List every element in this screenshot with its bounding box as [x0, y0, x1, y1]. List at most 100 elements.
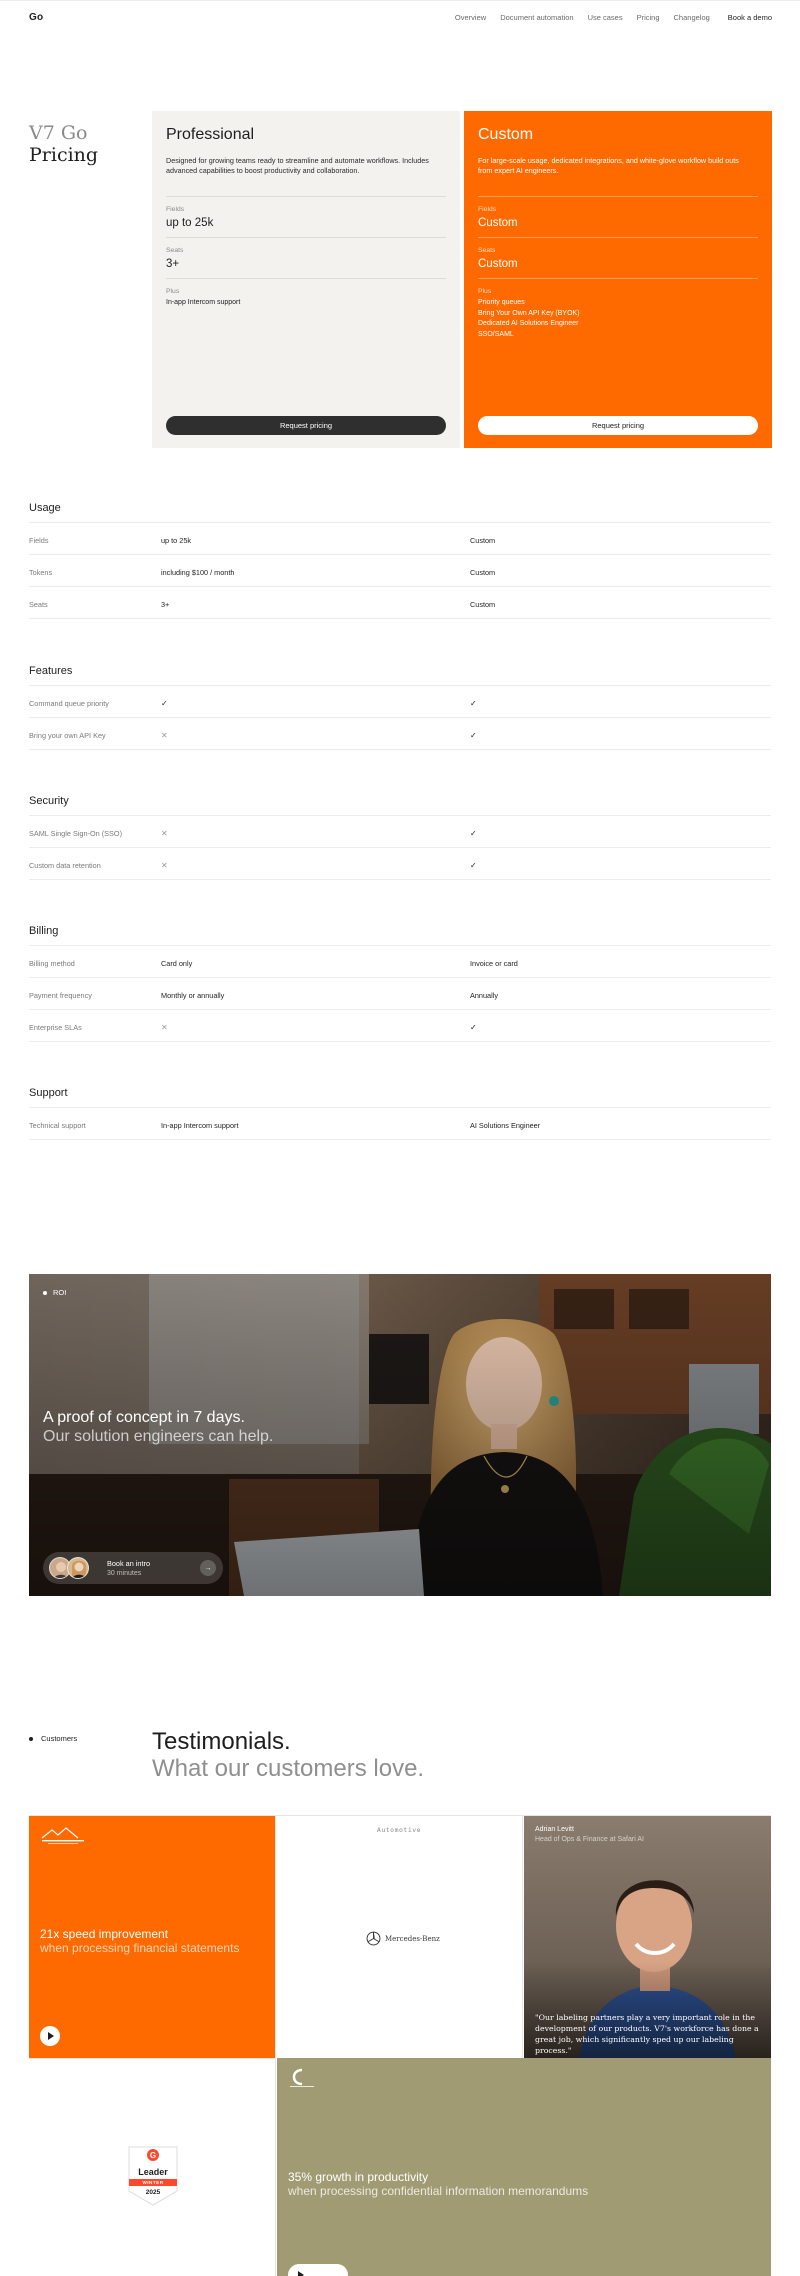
row-professional-value: Monthly or annually	[161, 991, 225, 1000]
brand-logo[interactable]: Go	[29, 12, 43, 23]
testimonial-card-financial[interactable]: 21x speed improvement when processing fi…	[29, 1816, 275, 2058]
plan-plus-list: Priority queues Bring Your Own API Key (…	[478, 298, 758, 340]
testimonial-stat-sub: when processing financial statements	[40, 1941, 240, 1955]
mercedes-logo: Mercedes-Benz	[366, 1931, 440, 1946]
row-professional-value: 3+	[161, 600, 170, 609]
nav-pricing[interactable]: Pricing	[637, 13, 660, 22]
row-label: Command queue priority	[29, 699, 109, 708]
g2-badge-card: G Leader WINTER 2025	[29, 2058, 276, 2276]
plan-plus: Plus In-app Intercom support	[166, 278, 446, 309]
testimonial-stat-sub: when processing confidential information…	[288, 2184, 589, 2198]
plan-plus-item: In-app Intercom support	[166, 299, 241, 306]
nav-document-automation[interactable]: Document automation	[500, 13, 573, 22]
plan-name: Professional	[166, 126, 255, 143]
row-professional-value: Card only	[161, 959, 193, 968]
security-section: Security SAML Single Sign-On (SSO) ✕ ✓ C…	[29, 795, 771, 880]
request-pricing-button-custom[interactable]: Request pricing	[478, 416, 758, 435]
plan-fields-value: up to 25k	[166, 217, 214, 229]
customers-tag-label: Customers	[41, 1734, 78, 1743]
check-icon: ✓	[161, 699, 168, 708]
row-label: Custom data retention	[29, 861, 101, 870]
plan-plus-label: Plus	[166, 288, 180, 295]
plan-fields-value: Custom	[478, 217, 518, 229]
nav-use-cases[interactable]: Use cases	[588, 13, 623, 22]
cross-icon: ✕	[161, 731, 168, 740]
request-pricing-button-professional[interactable]: Request pricing	[166, 416, 446, 435]
top-navigation: Go Overview Document automation Use case…	[0, 0, 800, 34]
section-title: Support	[29, 1087, 771, 1108]
play-icon	[290, 2265, 310, 2276]
page-title: V7 Go Pricing	[29, 122, 98, 166]
testimonial-stat-main: 21x speed improvement	[40, 1927, 169, 1941]
row-custom-value: Custom	[470, 568, 496, 577]
plan-seats-label: Seats	[478, 247, 496, 254]
testimonial-quote: "Our labeling partners play a very impor…	[535, 2013, 759, 2055]
table-row: Payment frequency Monthly or annually An…	[29, 978, 771, 1010]
table-row: SAML Single Sign-On (SSO) ✕ ✓	[29, 816, 771, 848]
testimonial-card-productivity[interactable]: 35% growth in productivity when processi…	[277, 2058, 771, 2276]
cross-icon: ✕	[161, 861, 168, 870]
bullet-dot-icon	[43, 1290, 47, 1295]
testimonial-stat-main: 35% growth in productivity	[288, 2170, 429, 2184]
mercedes-wordmark: Mercedes-Benz	[385, 1934, 440, 1943]
nav-changelog[interactable]: Changelog	[674, 13, 710, 22]
testimonial-author-name: Adrian Levitt	[535, 1826, 574, 1833]
plan-seats-label: Seats	[166, 247, 184, 254]
svg-text:G: G	[150, 2151, 156, 2160]
mountain-logo-icon	[41, 1827, 84, 1844]
check-icon: ✓	[470, 861, 477, 870]
plan-plus-label: Plus	[478, 288, 492, 295]
row-custom-value: AI Solutions Engineer	[470, 1121, 541, 1130]
g2-leader-badge: G Leader WINTER 2025	[127, 2145, 179, 2207]
section-title: Features	[29, 665, 771, 686]
testimonial-stat: 35% growth in productivity when processi…	[288, 2170, 588, 2198]
book-intro-button[interactable]: Book an intro 30 minutes →	[43, 1552, 223, 1584]
support-section: Support Technical support In-app Interco…	[29, 1087, 771, 1140]
section-title: Security	[29, 795, 771, 816]
plan-description: For large-scale usage, dedicated integra…	[478, 156, 739, 175]
company-logo-icon	[290, 2068, 314, 2087]
play-icon	[48, 2032, 54, 2040]
testimonial-stat: 21x speed improvement when processing fi…	[40, 1927, 239, 1955]
testimonials-grid: 21x speed improvement when processing fi…	[29, 1815, 771, 2276]
avatar	[67, 1557, 89, 1579]
testimonial-card-quote[interactable]: Adrian Levitt Head of Ops & Finance at S…	[524, 1816, 771, 2058]
table-row: Technical support In-app Intercom suppor…	[29, 1108, 771, 1140]
row-label: Billing method	[29, 959, 75, 968]
check-icon: ✓	[470, 1023, 477, 1032]
watch-video-button[interactable]	[288, 2264, 348, 2276]
plan-fields-label: Fields	[166, 206, 185, 213]
bullet-dot-icon	[29, 1736, 33, 1741]
book-demo-link[interactable]: Book a demo	[728, 13, 772, 22]
plan-fields: Fields Custom	[478, 196, 758, 229]
cross-icon: ✕	[161, 1023, 168, 1032]
plan-plus-item: Bring Your Own API Key (BYOK)	[478, 309, 580, 317]
plan-plus-item: Priority queues	[478, 299, 525, 306]
badge-season: WINTER	[142, 2180, 164, 2185]
row-custom-value: Custom	[470, 536, 496, 545]
table-row: Command queue priority ✓ ✓	[29, 686, 771, 718]
row-label: Enterprise SLAs	[29, 1023, 82, 1032]
plan-fields-label: Fields	[478, 206, 497, 213]
row-label: Fields	[29, 536, 49, 545]
plan-card-custom: Custom For large-scale usage, dedicated …	[464, 111, 772, 448]
features-section: Features Command queue priority ✓ ✓ Brin…	[29, 665, 771, 750]
nav-overview[interactable]: Overview	[455, 13, 486, 22]
badge-title: Leader	[138, 2167, 168, 2177]
roi-headline-sub: Our solution engineers can help.	[43, 1428, 274, 1445]
plan-plus-list: In-app Intercom support	[166, 298, 446, 309]
roi-tag: ROI	[43, 1288, 66, 1297]
industry-label: Automotive	[376, 1826, 422, 1834]
book-intro-label: Book an intro	[107, 1559, 150, 1568]
testimonial-card-automotive[interactable]: Automotive Mercedes-Benz	[275, 1816, 523, 2058]
book-intro-duration: 30 minutes	[107, 1570, 142, 1577]
row-label: Tokens	[29, 568, 53, 577]
page-title-product: V7 Go	[29, 122, 88, 144]
row-professional-value: up to 25k	[161, 536, 192, 545]
plan-seats: Seats Custom	[478, 237, 758, 270]
testimonials-title: Testimonials.	[152, 1728, 291, 1755]
play-video-button[interactable]	[40, 2026, 60, 2046]
plan-seats-value: Custom	[478, 258, 518, 270]
table-row: Tokens including $100 / month Custom	[29, 555, 771, 587]
table-row: Enterprise SLAs ✕ ✓	[29, 1010, 771, 1042]
